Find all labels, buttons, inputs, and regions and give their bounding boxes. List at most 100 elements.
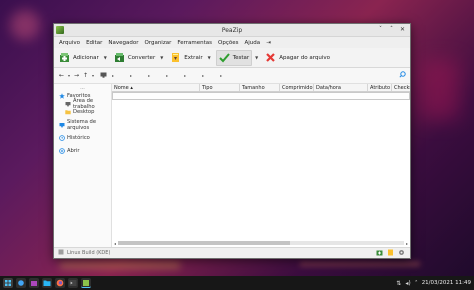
window-title: PeaZip	[221, 26, 243, 34]
table-row[interactable]	[112, 92, 410, 100]
status-extract-icon[interactable]	[387, 249, 394, 258]
wallpaper-glow	[60, 262, 180, 268]
breadcrumb-arrow-icon[interactable]: ▸	[166, 73, 168, 78]
file-list[interactable]: Nome ▴ Tipo Tamanho Comprimido Data/hora…	[112, 84, 410, 247]
breadcrumb-arrow-icon[interactable]: ▸	[112, 73, 114, 78]
folder-icon	[65, 109, 71, 115]
up-button[interactable]: ↑	[81, 72, 90, 79]
breadcrumb-arrow-icon[interactable]: ▸	[202, 73, 204, 78]
breadcrumb-arrow-icon[interactable]: ▸	[148, 73, 150, 78]
system-tray: ⇅ ◂) ˄ 21/03/2021 11:49	[396, 280, 471, 287]
delete-x-icon	[265, 52, 276, 63]
menu-bar: Arquivo Editar Navegador Organizar Ferra…	[54, 37, 410, 48]
tray-arrow-icon[interactable]: ˄	[415, 280, 418, 287]
status-archive-icon	[58, 249, 64, 257]
file-manager-app-icon[interactable]	[42, 278, 52, 288]
title-bar[interactable]: PeaZip ˇ ˆ ✕	[54, 24, 410, 37]
terminal-app-icon[interactable]	[68, 278, 78, 288]
scroll-thumb[interactable]	[118, 241, 290, 245]
network-icon[interactable]: ⇅	[396, 280, 401, 287]
minimize-button[interactable]: ˇ	[377, 26, 384, 34]
checkmark-icon	[218, 52, 230, 63]
clock[interactable]: 21/03/2021 11:49	[422, 280, 471, 286]
column-header: Nome ▴ Tipo Tamanho Comprimido Data/hora…	[112, 84, 410, 92]
menu-ferramentas[interactable]: Ferramentas	[174, 40, 215, 46]
extract-dropdown-icon[interactable]: ▼	[208, 55, 211, 60]
close-button[interactable]: ✕	[399, 26, 406, 34]
menu-opcoes[interactable]: Opções	[215, 40, 241, 46]
back-button[interactable]: ←	[57, 72, 66, 79]
delete-label: Apagar do arquivo	[279, 54, 330, 61]
extract-label: Extrair	[184, 54, 203, 61]
volume-icon[interactable]: ◂)	[405, 280, 410, 287]
convert-icon	[114, 52, 125, 63]
star-icon	[59, 93, 65, 99]
menu-editar[interactable]: Editar	[83, 40, 105, 46]
breadcrumb-arrow-icon[interactable]: ▸	[130, 73, 132, 78]
menu-ajuda[interactable]: Ajuda	[242, 40, 264, 46]
menu-extra[interactable]: ⇥	[263, 40, 274, 46]
menu-arquivo[interactable]: Arquivo	[56, 40, 83, 46]
peazip-taskbar-icon[interactable]	[81, 278, 91, 288]
desktop-monitor-icon	[65, 101, 71, 107]
firefox-app-icon[interactable]	[55, 278, 65, 288]
sidebar-item-history[interactable]: Histórico	[54, 134, 111, 142]
forward-button[interactable]: →	[72, 72, 81, 79]
status-settings-icon[interactable]	[398, 249, 405, 258]
convert-label: Converter	[127, 54, 156, 61]
status-text: Linux Build (KDE)	[67, 250, 111, 256]
computer-icon	[59, 122, 65, 128]
status-bar: Linux Build (KDE)	[54, 247, 410, 258]
sidebar-item-filesystem[interactable]: Sistema de arquivos	[54, 119, 111, 131]
delete-from-archive-button[interactable]: Apagar do arquivo	[263, 50, 332, 66]
status-add-icon[interactable]	[376, 249, 383, 258]
convert-dropdown-icon[interactable]: ▼	[160, 55, 163, 60]
computer-icon[interactable]	[99, 72, 108, 80]
extract-button[interactable]: Extrair	[168, 50, 204, 66]
test-button[interactable]: Testar	[215, 49, 253, 66]
address-bar: ← ▾ → ↑ ▾ ▸ ▸ ▸ ▸ ▸ ▸ ▸	[54, 68, 410, 84]
store-app-icon[interactable]	[29, 278, 39, 288]
wallpaper-glow	[10, 10, 40, 40]
menu-organizar[interactable]: Organizar	[141, 40, 174, 46]
clock-icon	[59, 135, 65, 141]
horizontal-scrollbar[interactable]: ◂ ▸	[112, 240, 410, 246]
column-compressed[interactable]: Comprimido	[280, 84, 314, 91]
app-launcher-icon[interactable]	[3, 278, 13, 288]
search-icon[interactable]	[399, 71, 406, 80]
sidebar-item-open[interactable]: Abrir	[54, 147, 111, 155]
add-button[interactable]: Adicionar	[57, 50, 101, 66]
add-label: Adicionar	[73, 54, 99, 61]
column-name[interactable]: Nome ▴	[112, 84, 200, 91]
back-dropdown-icon[interactable]: ▾	[68, 73, 70, 78]
status-icons	[376, 249, 405, 258]
main-area: ... Favoritos Área de trabalho Desktop S…	[54, 84, 410, 247]
sidebar-item-label: Desktop	[73, 109, 95, 115]
test-dropdown-icon[interactable]: ▼	[255, 55, 258, 60]
breadcrumb-arrow-icon[interactable]: ▸	[184, 73, 186, 78]
column-datetime[interactable]: Data/hora	[314, 84, 368, 91]
menu-navegador[interactable]: Navegador	[105, 40, 141, 46]
test-label: Testar	[232, 54, 250, 61]
convert-button[interactable]: Converter	[112, 50, 157, 66]
sidebar-item-desktop-area[interactable]: Área de trabalho	[54, 98, 111, 110]
sidebar-item-label: Histórico	[67, 135, 90, 141]
scroll-track[interactable]	[118, 241, 404, 245]
add-archive-icon	[59, 52, 70, 63]
maximize-button[interactable]: ˆ	[388, 26, 395, 34]
wallpaper-glow	[300, 262, 420, 266]
scroll-right-icon[interactable]: ▸	[404, 241, 410, 246]
column-attribute[interactable]: Atributo	[368, 84, 392, 91]
add-dropdown-icon[interactable]: ▼	[104, 55, 107, 60]
column-type[interactable]: Tipo	[200, 84, 240, 91]
sidebar: ... Favoritos Área de trabalho Desktop S…	[54, 84, 112, 247]
breadcrumb-arrow-icon[interactable]: ▸	[220, 73, 222, 78]
taskbar: ⇅ ◂) ˄ 21/03/2021 11:49	[0, 276, 474, 290]
up-dropdown-icon[interactable]: ▾	[92, 73, 94, 78]
column-size[interactable]: Tamanho	[240, 84, 280, 91]
column-checksum[interactable]: Checksum	[392, 84, 410, 91]
settings-app-icon[interactable]	[16, 278, 26, 288]
toolbar: Adicionar ▼ Converter ▼ Extrair ▼ Testar…	[54, 48, 410, 68]
open-icon	[59, 148, 65, 154]
peazip-window: PeaZip ˇ ˆ ✕ Arquivo Editar Navegador Or…	[53, 23, 411, 259]
